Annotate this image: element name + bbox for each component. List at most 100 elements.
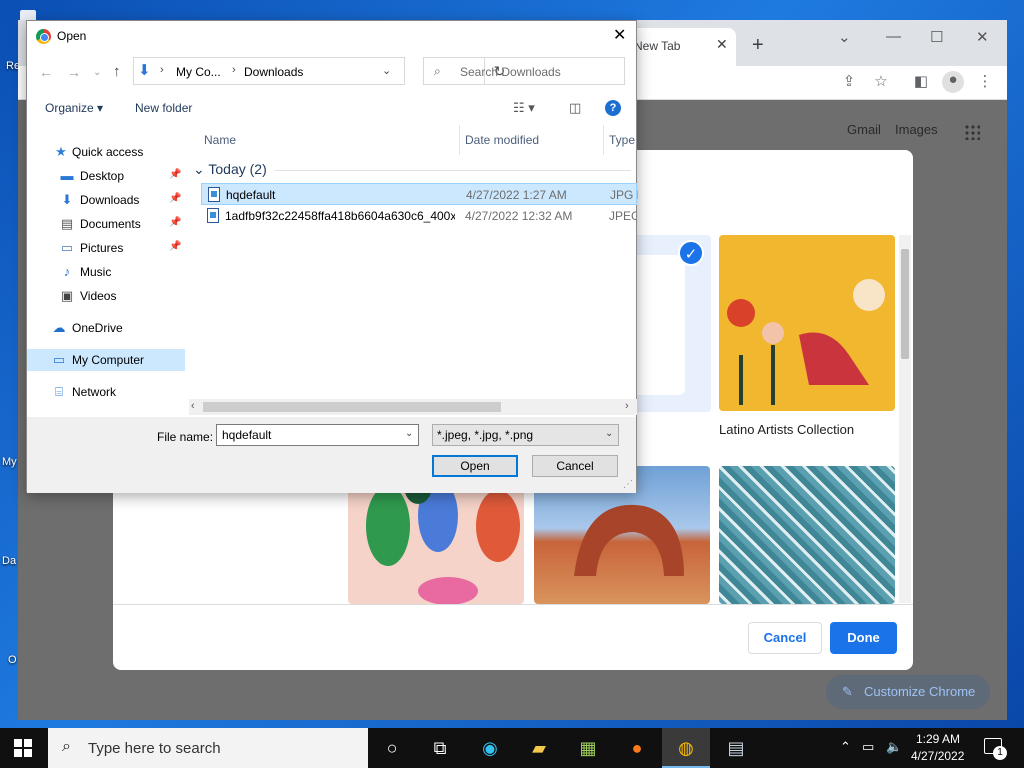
nav-label: Quick access — [72, 145, 144, 159]
desktop-label-my: My — [2, 456, 17, 468]
resize-grip-icon[interactable]: ⋰ — [623, 479, 633, 490]
chevron-right-icon[interactable]: › — [160, 64, 164, 76]
tab-search-icon[interactable]: ⌄ — [838, 28, 851, 46]
nav-label: OneDrive — [72, 321, 123, 335]
group-header-today[interactable]: ⌄ Today (2) — [193, 161, 267, 178]
column-divider[interactable] — [459, 125, 460, 155]
file-type-select[interactable]: *.jpeg, *.jpg, *.png ⌄ — [432, 424, 619, 446]
nav-item-desktop[interactable]: ▬ Desktop 📌 — [27, 165, 185, 187]
search-downloads-input[interactable]: ⌕ Search Downloads — [423, 57, 625, 85]
clock-time[interactable]: 1:29 AM — [916, 732, 960, 746]
tab-close-icon[interactable]: ✕ — [716, 36, 728, 53]
file-type-value: *.jpeg, *.jpg, *.png — [437, 428, 534, 442]
collection-label: Latino Artists Collection — [719, 422, 855, 437]
file-explorer-icon[interactable]: ▰ — [527, 736, 551, 760]
column-header-name[interactable]: Name — [204, 133, 236, 147]
images-link[interactable]: Images — [895, 122, 938, 137]
nav-item-videos[interactable]: ▣ Videos — [27, 285, 185, 307]
store-icon[interactable]: ▦ — [576, 736, 600, 760]
profile-avatar-icon[interactable]: ● — [942, 71, 964, 93]
file-row[interactable]: 1adfb9f32c22458ffa418b6604a630c6_400x...… — [201, 205, 637, 227]
edge-icon[interactable]: ◉ — [478, 736, 502, 760]
file-row[interactable]: hqdefault 4/27/2022 1:27 AM JPG F — [201, 183, 638, 205]
file-list-pane: Name Date modified Type ⌄ Today (2) hqde… — [189, 125, 638, 419]
dialog-divider — [113, 604, 913, 605]
share-icon[interactable]: ⇪ — [840, 73, 858, 91]
close-icon[interactable]: ✕ — [613, 25, 626, 45]
nav-item-pictures[interactable]: ▭ Pictures 📌 — [27, 237, 185, 259]
taskbar: ⌕ Type here to search ○ ⧉ ◉ ▰ ▦ ● ◍ ▤ ⌃ … — [0, 728, 1024, 768]
done-button[interactable]: Done — [830, 622, 897, 654]
address-bar[interactable]: ⬇ › My Co... › Downloads ⌄ ↻ — [133, 57, 505, 85]
help-icon[interactable]: ? — [605, 100, 621, 116]
chevron-up-icon[interactable]: ⌃ — [840, 739, 851, 755]
bookmark-star-icon[interactable]: ☆ — [872, 73, 890, 91]
recent-dropdown-icon[interactable]: ⌄ — [93, 67, 101, 78]
navigation-pane: ★ Quick access ▬ Desktop 📌 ⬇ Downloads 📌… — [27, 125, 185, 415]
column-header-type[interactable]: Type — [609, 133, 635, 147]
volume-icon[interactable]: 🔈 — [886, 739, 902, 755]
chevron-down-icon[interactable]: ⌄ — [605, 428, 613, 439]
firefox-icon[interactable]: ● — [625, 736, 649, 760]
network-tray-icon[interactable]: ▭ — [862, 739, 874, 755]
cancel-button[interactable]: Cancel — [748, 622, 822, 654]
side-panel-icon[interactable]: ◧ — [912, 73, 930, 91]
scrollbar-thumb[interactable] — [203, 402, 501, 412]
network-icon: ⌸ — [55, 384, 63, 399]
windows-start-icon[interactable] — [14, 739, 32, 757]
nav-item-network[interactable]: ⌸ Network — [27, 381, 185, 403]
nav-label: Music — [80, 265, 112, 279]
tile-latino-artists[interactable] — [719, 235, 895, 411]
new-folder-button[interactable]: New folder — [135, 101, 192, 115]
cancel-button[interactable]: Cancel — [532, 455, 618, 477]
nav-label: My Computer — [72, 353, 145, 367]
view-options-icon[interactable]: ☷ ▾ — [513, 100, 535, 116]
maximize-icon[interactable]: ☐ — [930, 28, 943, 46]
nav-item-documents[interactable]: ▤ Documents 📌 — [27, 213, 185, 235]
background-scrollbar[interactable] — [899, 235, 911, 603]
open-button[interactable]: Open — [432, 455, 518, 477]
scroll-left-icon[interactable]: ‹ — [191, 400, 195, 412]
cortana-icon[interactable]: ○ — [380, 736, 404, 760]
nav-item-quick-access[interactable]: ★ Quick access — [27, 141, 185, 163]
menu-kebab-icon[interactable]: ⋮ — [976, 73, 994, 91]
nav-item-my-computer[interactable]: ▭ My Computer — [27, 349, 185, 371]
nav-item-downloads[interactable]: ⬇ Downloads 📌 — [27, 189, 185, 211]
customize-chrome-button[interactable]: ✎ Customize Chrome — [826, 675, 990, 709]
apps-grid-icon[interactable] — [964, 124, 980, 140]
horizontal-scrollbar[interactable]: ‹ › — [189, 399, 637, 415]
pin-icon: 📌 — [169, 169, 182, 180]
search-icon: ⌕ — [434, 64, 441, 78]
nav-label: Documents — [80, 217, 141, 231]
file-name-input[interactable]: hqdefault ⌄ — [216, 424, 419, 446]
chevron-down-icon[interactable]: ⌄ — [382, 64, 391, 77]
nav-item-onedrive[interactable]: ☁ OneDrive — [27, 317, 185, 339]
forward-arrow-icon[interactable]: → — [67, 64, 81, 80]
gmail-link[interactable]: Gmail — [847, 122, 881, 137]
scrollbar-thumb[interactable] — [901, 249, 909, 359]
column-header-date[interactable]: Date modified — [465, 133, 539, 147]
up-arrow-icon[interactable]: ↑ — [113, 63, 121, 80]
app-window-icon[interactable]: ▤ — [724, 736, 748, 760]
breadcrumb-downloads[interactable]: Downloads — [244, 65, 303, 79]
file-name-value: hqdefault — [222, 428, 272, 442]
tile-glass-building[interactable] — [719, 466, 895, 604]
breadcrumb-my-computer[interactable]: My Co... — [176, 65, 221, 79]
chevron-down-icon[interactable]: ⌄ — [405, 428, 413, 439]
back-arrow-icon[interactable]: ← — [39, 64, 53, 80]
taskbar-search-box[interactable]: ⌕ Type here to search — [48, 728, 368, 768]
preview-pane-icon[interactable]: ◫ — [569, 100, 581, 116]
group-label: Today (2) — [208, 161, 267, 177]
close-window-icon[interactable]: ✕ — [976, 28, 989, 46]
nav-item-music[interactable]: ♪ Music — [27, 261, 185, 283]
chrome-icon: ◍ — [678, 738, 694, 758]
task-view-icon[interactable]: ⧉ — [428, 736, 452, 760]
chrome-taskbar-button[interactable]: ◍ — [662, 728, 710, 768]
clock-date[interactable]: 4/27/2022 — [911, 749, 964, 763]
minimize-icon[interactable]: — — [886, 28, 901, 45]
organize-button[interactable]: Organize ▾ — [45, 101, 103, 115]
new-tab-button[interactable]: + — [752, 34, 764, 57]
chevron-right-icon[interactable]: › — [232, 64, 236, 76]
column-divider[interactable] — [603, 125, 604, 155]
scroll-right-icon[interactable]: › — [625, 400, 629, 412]
